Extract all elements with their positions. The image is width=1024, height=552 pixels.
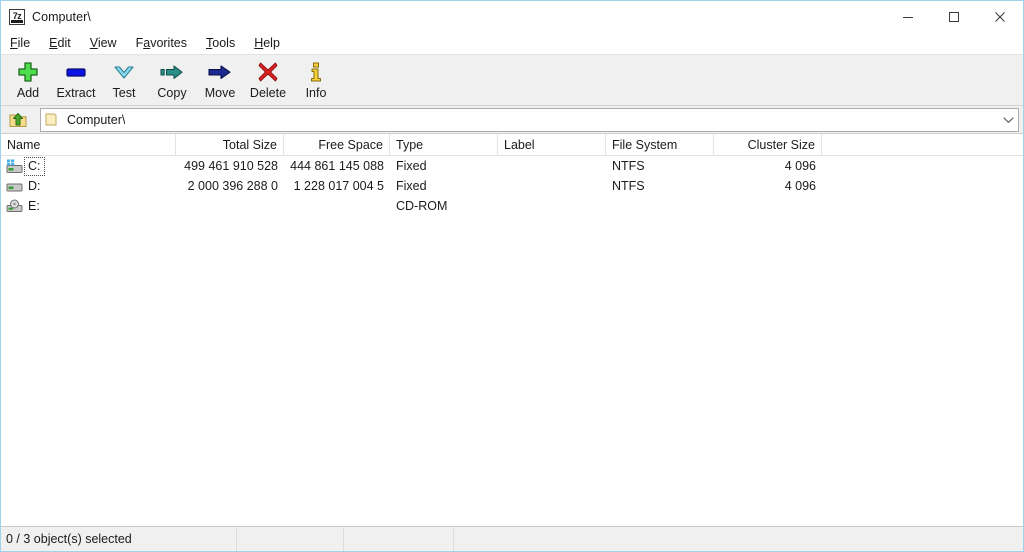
toolbar-label-move: Move bbox=[205, 86, 236, 101]
move-arrow-icon bbox=[204, 59, 236, 85]
close-icon bbox=[994, 11, 1006, 23]
chevron-down-icon bbox=[108, 59, 140, 85]
toolbar-label-add: Add bbox=[17, 86, 39, 101]
status-bar: 0 / 3 object(s) selected bbox=[1, 526, 1023, 551]
column-header-name[interactable]: Name bbox=[1, 134, 176, 155]
window-controls bbox=[885, 1, 1023, 32]
column-header-label[interactable]: Label bbox=[498, 134, 606, 155]
path-combobox[interactable]: Computer\ bbox=[40, 108, 1019, 132]
cell-name[interactable]: C: bbox=[1, 156, 176, 176]
windows-drive-icon bbox=[6, 158, 23, 174]
cell-label bbox=[498, 176, 606, 196]
toolbar-button-copy[interactable]: Copy bbox=[148, 55, 196, 105]
folder-up-icon bbox=[8, 110, 28, 130]
toolbar-button-test[interactable]: Test bbox=[100, 55, 148, 105]
cell-label bbox=[498, 156, 606, 176]
menu-item-tools[interactable]: Tools bbox=[206, 35, 235, 51]
status-pane-3 bbox=[344, 528, 454, 551]
menu-item-file[interactable]: File bbox=[10, 35, 30, 51]
minimize-button[interactable] bbox=[885, 1, 931, 32]
menu-item-favorites[interactable]: Favorites bbox=[136, 35, 187, 51]
column-header-free-space[interactable]: Free Space bbox=[284, 134, 390, 155]
maximize-button[interactable] bbox=[931, 1, 977, 32]
cell-file-system: NTFS bbox=[606, 156, 714, 176]
cdrom-drive-icon bbox=[6, 198, 23, 214]
status-pane-4 bbox=[454, 528, 1023, 551]
close-button[interactable] bbox=[977, 1, 1023, 32]
table-row[interactable]: D: 2 000 396 288 0 1 228 017 004 5 Fixed… bbox=[1, 176, 1023, 196]
toolbar-label-delete: Delete bbox=[250, 86, 286, 101]
cell-free-space bbox=[284, 196, 390, 216]
column-header-file-system[interactable]: File System bbox=[606, 134, 714, 155]
file-list-rows: C: 499 461 910 528 444 861 145 088 Fixed… bbox=[1, 156, 1023, 216]
cell-type: Fixed bbox=[390, 156, 498, 176]
status-pane-2 bbox=[237, 528, 344, 551]
status-pane-selection: 0 / 3 object(s) selected bbox=[1, 528, 237, 551]
toolbar-button-move[interactable]: Move bbox=[196, 55, 244, 105]
table-row[interactable]: E: CD-ROM bbox=[1, 196, 1023, 216]
column-header-type[interactable]: Type bbox=[390, 134, 498, 155]
cell-file-system bbox=[606, 196, 714, 216]
toolbar-label-info: Info bbox=[306, 86, 327, 101]
row-name-label: C: bbox=[26, 159, 43, 174]
cell-type: Fixed bbox=[390, 176, 498, 196]
menu-item-help[interactable]: Help bbox=[254, 35, 280, 51]
seven-zip-window: Computer\ File Edit View bbox=[0, 0, 1024, 552]
menu-item-edit[interactable]: Edit bbox=[49, 35, 71, 51]
plus-icon bbox=[12, 59, 44, 85]
cell-cluster-size: 4 096 bbox=[714, 176, 822, 196]
cell-free-space: 1 228 017 004 5 bbox=[284, 176, 390, 196]
minimize-icon bbox=[902, 11, 914, 23]
window-title: Computer\ bbox=[32, 10, 91, 24]
column-header-cluster-size[interactable]: Cluster Size bbox=[714, 134, 822, 155]
cell-label bbox=[498, 196, 606, 216]
toolbar: Add Extract Test bbox=[1, 54, 1023, 106]
toolbar-label-extract: Extract bbox=[57, 86, 96, 101]
hard-drive-icon bbox=[6, 178, 23, 194]
cell-total-size: 2 000 396 288 0 bbox=[176, 176, 284, 196]
column-header-row: Name Total Size Free Space Type Label Fi… bbox=[1, 134, 1023, 156]
toolbar-button-add[interactable]: Add bbox=[4, 55, 52, 105]
title-bar: Computer\ bbox=[1, 1, 1023, 32]
column-header-total-size[interactable]: Total Size bbox=[176, 134, 284, 155]
address-bar: Computer\ bbox=[1, 106, 1023, 134]
toolbar-button-delete[interactable]: Delete bbox=[244, 55, 292, 105]
cell-cluster-size: 4 096 bbox=[714, 156, 822, 176]
file-list-view[interactable]: Name Total Size Free Space Type Label Fi… bbox=[1, 134, 1023, 526]
seven-zip-icon bbox=[9, 9, 25, 25]
cell-name[interactable]: E: bbox=[1, 196, 176, 216]
cell-total-size: 499 461 910 528 bbox=[176, 156, 284, 176]
folder-icon bbox=[45, 112, 60, 127]
toolbar-button-extract[interactable]: Extract bbox=[52, 55, 100, 105]
row-name-label: E: bbox=[26, 199, 42, 214]
row-name-label: D: bbox=[26, 179, 43, 194]
menu-bar: File Edit View Favorites Tools Help bbox=[1, 32, 1023, 54]
folder-up-button[interactable] bbox=[4, 107, 32, 133]
chevron-down-icon[interactable] bbox=[998, 109, 1018, 131]
delete-x-icon bbox=[252, 59, 284, 85]
cell-name[interactable]: D: bbox=[1, 176, 176, 196]
path-text: Computer\ bbox=[67, 113, 125, 127]
menu-item-view[interactable]: View bbox=[90, 35, 117, 51]
cell-total-size bbox=[176, 196, 284, 216]
copy-arrow-icon bbox=[156, 59, 188, 85]
toolbar-label-copy: Copy bbox=[157, 86, 186, 101]
maximize-icon bbox=[948, 11, 960, 23]
cell-file-system: NTFS bbox=[606, 176, 714, 196]
toolbar-button-info[interactable]: Info bbox=[292, 55, 340, 105]
cell-free-space: 444 861 145 088 bbox=[284, 156, 390, 176]
info-i-icon bbox=[300, 59, 332, 85]
column-header-filler bbox=[822, 134, 1023, 155]
extract-bar-icon bbox=[60, 59, 92, 85]
table-row[interactable]: C: 499 461 910 528 444 861 145 088 Fixed… bbox=[1, 156, 1023, 176]
cell-cluster-size bbox=[714, 196, 822, 216]
cell-type: CD-ROM bbox=[390, 196, 498, 216]
toolbar-label-test: Test bbox=[113, 86, 136, 101]
